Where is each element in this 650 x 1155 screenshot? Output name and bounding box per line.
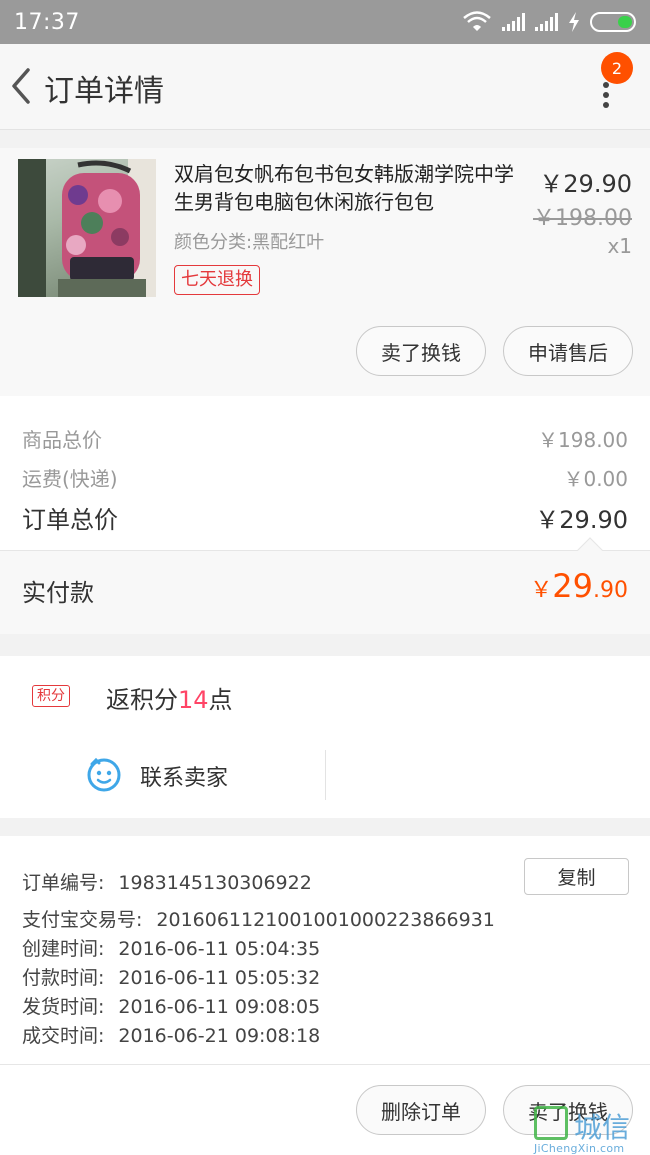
product-price: ￥29.90 <box>539 170 632 198</box>
battery-icon <box>590 12 636 32</box>
order-total-label: 订单总价 <box>22 506 118 534</box>
completed-time-row: 成交时间: 2016-06-21 09:08:18 <box>22 1021 320 1048</box>
product-sku: 颜色分类:黑配红叶 <box>174 232 325 253</box>
notification-badge: 2 <box>601 52 633 84</box>
items-total-label: 商品总价 <box>22 428 102 452</box>
alipay-number-value: 2016061121001001000223866931 <box>156 909 495 931</box>
points-tag: 积分 <box>32 685 70 707</box>
completed-time-value: 2016-06-21 09:08:18 <box>118 1025 321 1047</box>
price-summary: 商品总价 ￥198.00 运费(快递) ￥0.00 订单总价 ￥29.90 实付… <box>0 396 650 634</box>
resell-button[interactable]: 卖了换钱 <box>356 326 486 376</box>
items-total-row: 商品总价 ￥198.00 <box>22 424 628 453</box>
status-time: 17:37 <box>14 9 80 35</box>
page-title: 订单详情 <box>44 74 164 109</box>
status-icons <box>462 11 636 33</box>
order-total-row: 订单总价 ￥29.90 <box>22 500 628 535</box>
backpack-image-icon <box>18 159 156 297</box>
points-text: 返积分14点 <box>106 680 233 715</box>
shipped-time-value: 2016-06-11 09:08:05 <box>118 996 321 1018</box>
back-arrow-icon[interactable] <box>6 64 40 108</box>
watermark-logo-icon <box>534 1106 568 1140</box>
shipping-value: ￥0.00 <box>563 467 628 491</box>
paid-time-value: 2016-06-11 05:05:32 <box>118 967 321 989</box>
product-image[interactable] <box>18 159 156 297</box>
completed-time-label: 成交时间: <box>22 1025 105 1047</box>
seven-day-return-tag: 七天退换 <box>174 265 260 295</box>
product-original-price: ￥198.00 <box>533 206 632 231</box>
contact-seller-label: 联系卖家 <box>140 766 229 791</box>
paid-decimal: .90 <box>593 578 628 603</box>
alipay-number-label: 支付宝交易号: <box>22 909 143 931</box>
shipped-time-label: 发货时间: <box>22 996 105 1018</box>
product-card[interactable]: 双肩包女帆布包书包女韩版潮学院中学生男背包电脑包休闲旅行包包 颜色分类:黑配红叶… <box>0 148 650 396</box>
order-number-label: 订单编号: <box>22 872 105 894</box>
created-time-label: 创建时间: <box>22 938 105 960</box>
watermark: 城信 JiChengXin.com <box>530 1104 650 1155</box>
points-prefix: 返积分 <box>106 686 178 714</box>
copy-button[interactable]: 复制 <box>524 858 629 895</box>
status-bar: 17:37 <box>0 0 650 44</box>
watermark-text: 城信 <box>574 1111 631 1144</box>
points-number: 14 <box>178 686 209 714</box>
paid-label: 实付款 <box>22 579 94 607</box>
items-total-value: ￥198.00 <box>538 428 628 452</box>
product-quantity: x1 <box>607 234 632 258</box>
top-nav-bar: 订单详情 <box>0 44 650 130</box>
paid-integer: 29 <box>552 567 593 605</box>
chat-face-icon <box>87 757 121 792</box>
contact-seller-button[interactable]: 联系卖家 <box>0 748 325 800</box>
order-number-row: 订单编号: 1983145130306922 <box>22 868 312 895</box>
paid-amount: ￥29.90 <box>530 567 628 605</box>
shipping-label: 运费(快递) <box>22 467 118 491</box>
paid-time-row: 付款时间: 2016-06-11 05:05:32 <box>22 963 320 990</box>
shipped-time-row: 发货时间: 2016-06-11 09:08:05 <box>22 992 320 1019</box>
delete-order-button[interactable]: 删除订单 <box>356 1085 486 1135</box>
paid-time-label: 付款时间: <box>22 967 105 989</box>
watermark-sub: JiChengXin.com <box>534 1142 625 1155</box>
charging-icon <box>569 12 579 32</box>
contact-divider <box>325 750 326 800</box>
created-time-row: 创建时间: 2016-06-11 05:04:35 <box>22 934 320 961</box>
order-info: 订单编号: 1983145130306922 复制 支付宝交易号: 20160611… <box>0 836 650 1064</box>
after-sale-button[interactable]: 申请售后 <box>503 326 633 376</box>
product-title[interactable]: 双肩包女帆布包书包女韩版潮学院中学生男背包电脑包休闲旅行包包 <box>174 160 524 216</box>
order-total-value: ￥29.90 <box>535 506 628 534</box>
paid-row: 实付款 ￥29.90 <box>0 551 650 634</box>
shipping-row: 运费(快递) ￥0.00 <box>22 463 628 492</box>
signal-1-icon <box>502 13 525 31</box>
paid-currency: ￥ <box>530 578 553 603</box>
signal-2-icon <box>535 13 558 31</box>
points-suffix: 点 <box>208 686 233 714</box>
alipay-number-row: 支付宝交易号: 2016061121001001000223866931 <box>22 905 495 932</box>
created-time-value: 2016-06-11 05:04:35 <box>118 938 321 960</box>
points-section: 积分 返积分14点 联系卖家 <box>0 656 650 818</box>
wifi-icon <box>463 11 491 31</box>
order-number-value: 1983145130306922 <box>118 872 312 894</box>
